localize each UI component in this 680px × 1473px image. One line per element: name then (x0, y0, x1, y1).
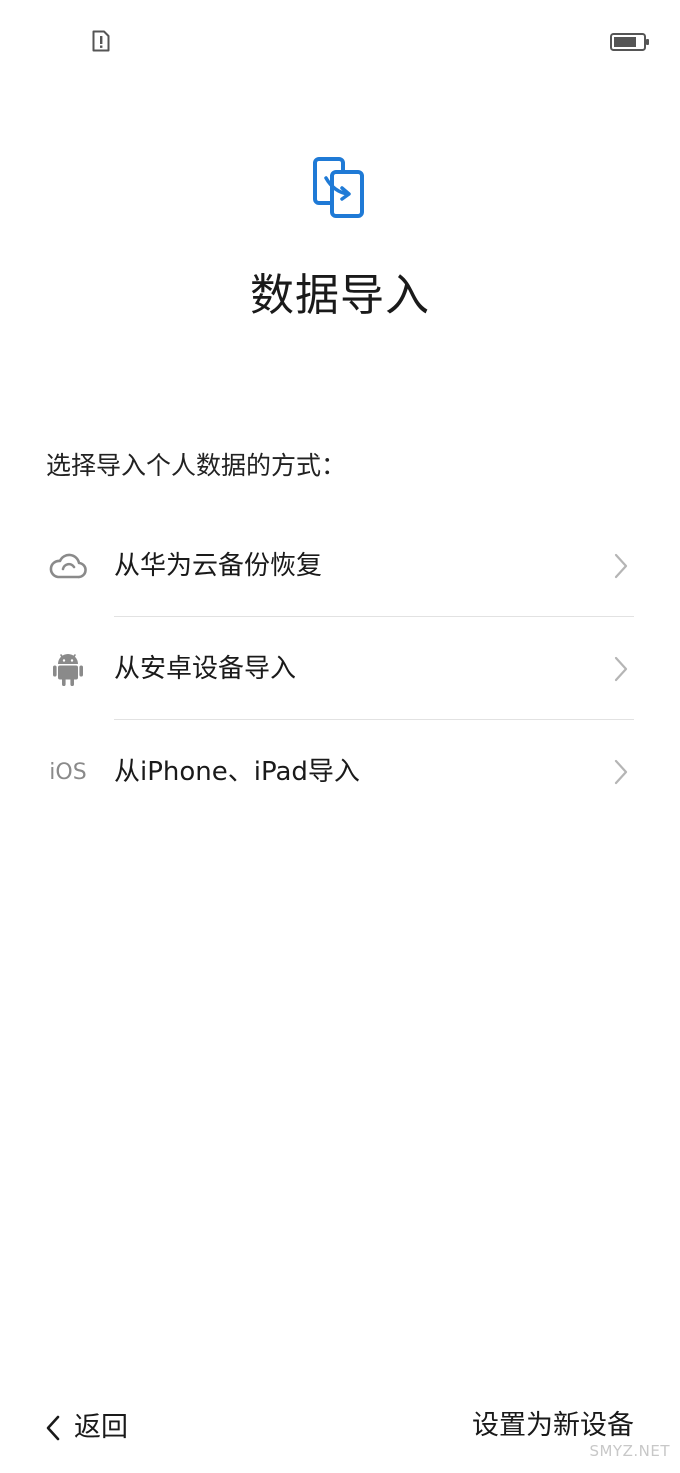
chevron-right-icon (614, 553, 628, 579)
section-label: 选择导入个人数据的方式： (46, 451, 347, 480)
option-label: 从华为云备份恢复 (114, 551, 323, 581)
option-label: 从安卓设备导入 (114, 654, 297, 684)
back-label: 返回 (74, 1412, 128, 1443)
option-android-device[interactable]: 从安卓设备导入 (0, 617, 680, 720)
back-button[interactable]: 返回 (44, 1406, 128, 1450)
chevron-left-icon (46, 1415, 60, 1441)
sim-alert-icon (92, 30, 110, 52)
battery-icon (610, 33, 649, 51)
ios-icon-text: iOS (49, 759, 87, 785)
ios-icon: iOS (46, 754, 90, 790)
page-title: 数据导入 (250, 270, 430, 321)
android-icon (46, 651, 90, 687)
watermark: SMYZ.NET (589, 1442, 670, 1460)
bottom-bar: 返回 设置为新设备 (0, 1396, 680, 1460)
option-iphone-ipad[interactable]: iOS 从iPhone、iPad导入 (0, 720, 680, 823)
import-option-list: 从华为云备份恢复 从安卓设备导入 iOS 从iPhone、iPad导入 (0, 514, 680, 823)
phone-clone-icon (313, 157, 364, 218)
chevron-right-icon (614, 759, 628, 785)
chevron-right-icon (614, 656, 628, 682)
cloud-icon (46, 548, 90, 584)
option-label: 从iPhone、iPad导入 (114, 757, 360, 787)
status-bar (0, 0, 680, 80)
option-huawei-cloud[interactable]: 从华为云备份恢复 (0, 514, 680, 617)
